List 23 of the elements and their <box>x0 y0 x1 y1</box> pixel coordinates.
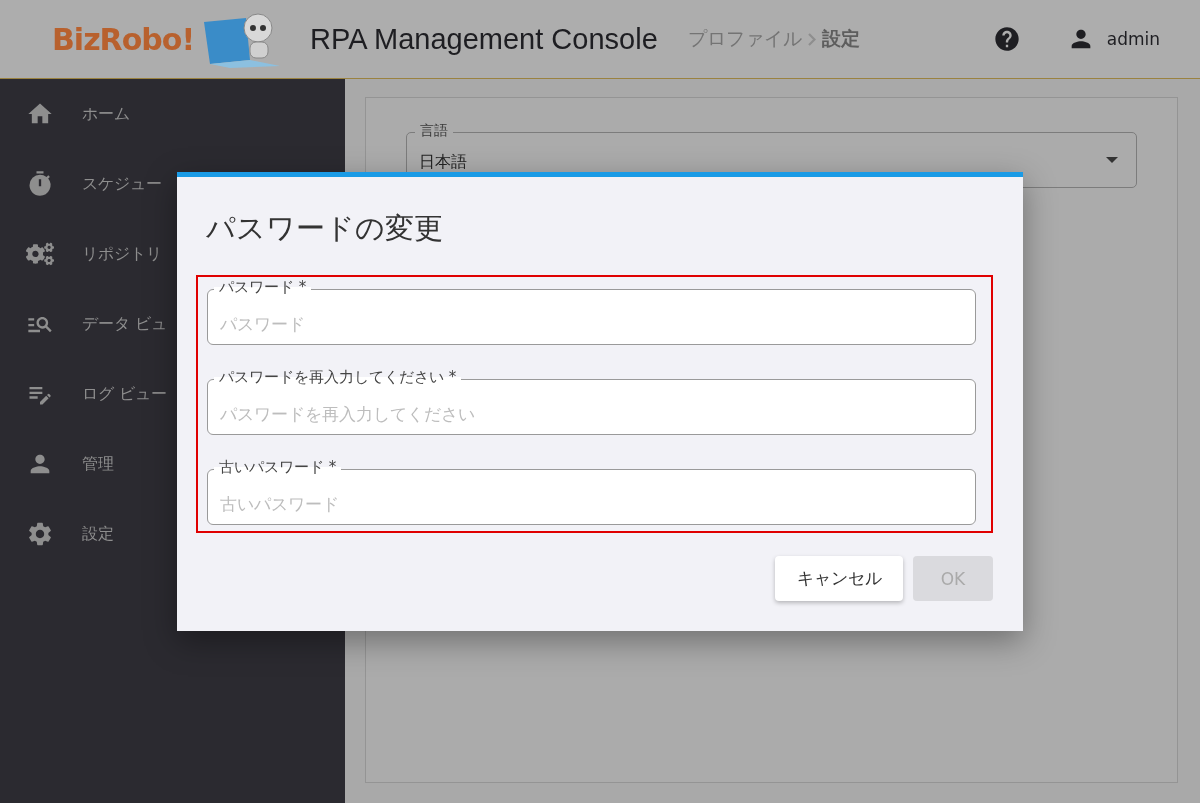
user-name[interactable]: admin <box>1106 29 1160 49</box>
breadcrumb-item: 設定 <box>821 26 860 51</box>
logo-text: BizRobo! <box>52 21 195 57</box>
sidebar-item[interactable]: ログ ビュー <box>82 383 168 405</box>
field-label: 古いパスワード * <box>214 458 342 477</box>
field-label: パスワード * <box>214 278 312 297</box>
language-value: 日本語 <box>419 153 467 171</box>
sidebar-item[interactable]: ホーム <box>82 103 130 125</box>
chevron-icon <box>807 32 816 46</box>
sidebar-item[interactable]: 設定 <box>82 523 114 545</box>
sidebar-item[interactable]: データ ビュ <box>82 313 168 335</box>
sidebar-item[interactable]: リポジトリ <box>82 243 162 265</box>
dialog-title: パスワードの変更 <box>206 210 444 247</box>
field-label: パスワードを再入力してください * <box>214 368 462 387</box>
settings-icon[interactable] <box>26 520 54 548</box>
dropdown-icon <box>1106 157 1118 163</box>
app-title: RPA Management Console <box>310 22 658 56</box>
sidebar-item[interactable]: スケジュー <box>82 173 162 195</box>
gears-icon[interactable] <box>26 240 54 268</box>
help-icon[interactable] <box>992 25 1021 53</box>
cancel-button[interactable]: キャンセル <box>775 556 903 601</box>
sidebar-item[interactable]: 管理 <box>82 453 114 475</box>
language-label: 言語 <box>415 122 453 140</box>
